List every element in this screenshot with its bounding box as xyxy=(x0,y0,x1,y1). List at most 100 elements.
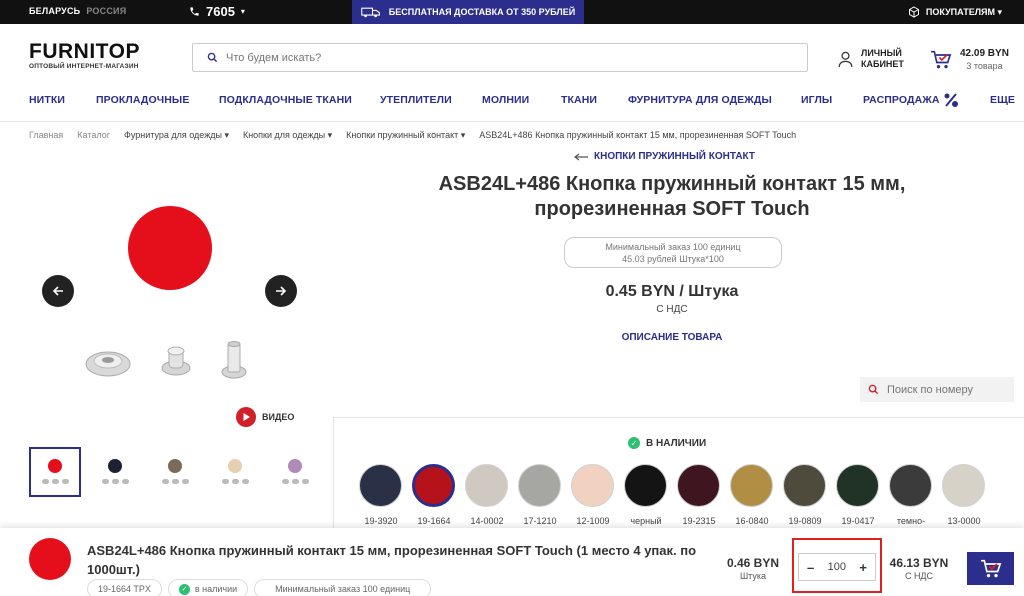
add-to-cart-button[interactable] xyxy=(967,552,1014,585)
nav-item-lining-fabrics[interactable]: ПОДКЛАДОЧНЫЕ ТКАНИ xyxy=(219,94,352,106)
cart-icon xyxy=(980,559,1001,577)
color-swatch[interactable] xyxy=(677,464,720,507)
play-icon xyxy=(236,407,256,427)
color-swatch[interactable] xyxy=(836,464,879,507)
arrow-right-icon xyxy=(276,286,287,296)
vat-label: С НДС xyxy=(656,304,688,315)
quantity-decrease-button[interactable]: – xyxy=(807,560,814,575)
search-icon xyxy=(868,384,879,395)
buyers-menu[interactable]: ПОКУПАТЕЛЯМ ▾ xyxy=(908,6,1002,18)
search-input[interactable] xyxy=(226,51,786,64)
thumbnail-parts xyxy=(280,479,310,485)
quantity-stepper[interactable]: – 100 + xyxy=(798,553,876,581)
cart-icon xyxy=(931,50,952,69)
breadcrumb-spring-buttons[interactable]: Кнопки пружинный контакт ▾ xyxy=(346,130,465,141)
phone-dropdown[interactable]: 7605 ▾ xyxy=(189,4,245,19)
color-swatch-label: 14-0002 xyxy=(470,516,504,526)
color-swatch-label: 12-1009 xyxy=(576,516,610,526)
cart-count: 3 товара xyxy=(966,61,1003,71)
arrow-left-icon xyxy=(574,153,588,160)
account-link[interactable]: ЛИЧНЫЙ КАБИНЕТ xyxy=(838,48,904,70)
thumbnail-red[interactable] xyxy=(29,447,81,497)
color-swatch[interactable] xyxy=(518,464,561,507)
site-search[interactable] xyxy=(192,43,808,72)
color-swatch[interactable] xyxy=(889,464,932,507)
account-label-line2: КАБИНЕТ xyxy=(861,59,904,69)
stock-status: ✓ В НАЛИЧИИ xyxy=(628,437,706,449)
product-price: 0.45 BYN / Штука xyxy=(605,283,739,300)
nav-item-clothing-hardware[interactable]: ФУРНИТУРА ДЛЯ ОДЕЖДЫ xyxy=(628,94,772,106)
nav-item-threads[interactable]: НИТКИ xyxy=(29,94,65,106)
back-to-category-link[interactable]: КНОПКИ ПРУЖИННЫЙ КОНТАКТ xyxy=(574,151,755,162)
gallery-next-button[interactable] xyxy=(265,275,297,307)
unit-price-label: Штука xyxy=(739,571,767,581)
color-swatch[interactable] xyxy=(783,464,826,507)
thumbnail-brown[interactable] xyxy=(149,447,201,497)
quantity-value[interactable]: 100 xyxy=(828,561,846,573)
product-title-line2: прорезиненная SOFT Touch xyxy=(534,198,810,220)
thumbnail-swatch xyxy=(168,459,182,473)
breadcrumb-home[interactable]: Главная xyxy=(29,130,63,141)
breadcrumb-clothing-hardware[interactable]: Фурнитура для одежды ▾ xyxy=(124,130,229,141)
region-russia[interactable]: РОССИЯ xyxy=(86,6,126,16)
chevron-down-icon: ▾ xyxy=(240,7,245,16)
breadcrumb-catalog[interactable]: Каталог xyxy=(77,130,110,141)
color-swatch[interactable] xyxy=(942,464,985,507)
thumbnail-parts xyxy=(40,479,70,485)
min-order-tag: Минимальный заказ 100 единиц xyxy=(254,579,432,596)
product-main-image[interactable] xyxy=(128,206,212,290)
thumbnail-beige[interactable] xyxy=(209,447,261,497)
nav-item-zippers[interactable]: МОЛНИИ xyxy=(482,94,529,106)
thumbnail-swatch xyxy=(228,459,242,473)
cart-link[interactable]: 42.09 BYN 3 товара xyxy=(930,48,1009,72)
thumbnail-parts xyxy=(100,479,130,485)
color-swatch-label: 16-0840 xyxy=(735,516,769,526)
color-swatch[interactable] xyxy=(359,464,402,507)
quantity-increase-button[interactable]: + xyxy=(859,560,867,575)
nav-item-more[interactable]: ЕЩЕ xyxy=(990,94,1015,106)
gallery-prev-button[interactable] xyxy=(42,275,74,307)
color-swatch-label: 19-3920 xyxy=(364,516,398,526)
free-delivery-banner[interactable]: БЕСПЛАТНАЯ ДОСТАВКА ОТ 350 РУБЛЕЙ xyxy=(352,0,584,24)
unit-price-value: 0.46 BYN xyxy=(726,556,780,570)
color-swatch[interactable] xyxy=(730,464,773,507)
color-swatch[interactable] xyxy=(571,464,614,507)
min-order-label: Минимальный заказ 100 единиц xyxy=(275,584,411,594)
color-swatch-label: 17-1210 xyxy=(523,516,557,526)
thumbnail-navy[interactable] xyxy=(89,447,141,497)
truck-icon xyxy=(361,7,380,18)
stock-label: В НАЛИЧИИ xyxy=(646,437,707,449)
phone-icon xyxy=(190,7,199,16)
product-description-link[interactable]: ОПИСАНИЕ ТОВАРА xyxy=(352,332,992,343)
nav-item-fabrics[interactable]: ТКАНИ xyxy=(561,94,597,106)
region-switcher[interactable]: БЕЛАРУСЬ РОССИЯ xyxy=(29,6,126,16)
back-link-label: КНОПКИ ПРУЖИННЫЙ КОНТАКТ xyxy=(594,151,755,162)
color-swatch[interactable] xyxy=(465,464,508,507)
video-label: ВИДЕО xyxy=(262,412,295,422)
color-swatch-label: черный xyxy=(630,516,662,526)
in-stock-tag: ✓ в наличии xyxy=(167,579,249,596)
promo-text: БЕСПЛАТНАЯ ДОСТАВКА ОТ 350 РУБЛЕЙ xyxy=(388,7,576,17)
nav-item-sale[interactable]: РАСПРОДАЖА xyxy=(863,94,940,106)
nav-item-interlinings[interactable]: ПРОКЛАДОЧНЫЕ xyxy=(96,94,189,106)
color-swatch-label: 19-2315 xyxy=(682,516,716,526)
site-logo[interactable]: FURNITOP ОПТОВЫЙ ИНТЕРНЕТ-МАГАЗИН xyxy=(29,41,140,70)
number-search-input[interactable] xyxy=(887,383,1007,396)
thumbnail-strip xyxy=(29,447,329,497)
cart-sum: 42.09 BYN xyxy=(960,48,1009,59)
color-swatch[interactable] xyxy=(624,464,667,507)
video-link[interactable]: ВИДЕО xyxy=(236,407,294,427)
breadcrumb-clothing-buttons[interactable]: Кнопки для одежды ▾ xyxy=(243,130,332,141)
nav-item-needles[interactable]: ИГЛЫ xyxy=(801,94,832,106)
nav-divider xyxy=(0,121,1024,122)
nav-item-insulation[interactable]: УТЕПЛИТЕЛИ xyxy=(380,94,452,106)
thumbnail-swatch xyxy=(48,459,62,473)
region-belarus[interactable]: БЕЛАРУСЬ xyxy=(29,6,80,16)
total-price-label: С НДС xyxy=(904,571,934,581)
search-icon[interactable] xyxy=(207,52,218,63)
color-swatch[interactable] xyxy=(412,464,455,507)
color-swatch-label: 19-0417 xyxy=(841,516,875,526)
thumbnail-lilac[interactable] xyxy=(269,447,321,497)
top-bar: БЕЛАРУСЬ РОССИЯ 7605 ▾ БЕСПЛАТНАЯ ДОСТАВКА… xyxy=(0,0,1024,24)
number-search[interactable] xyxy=(860,377,1014,402)
